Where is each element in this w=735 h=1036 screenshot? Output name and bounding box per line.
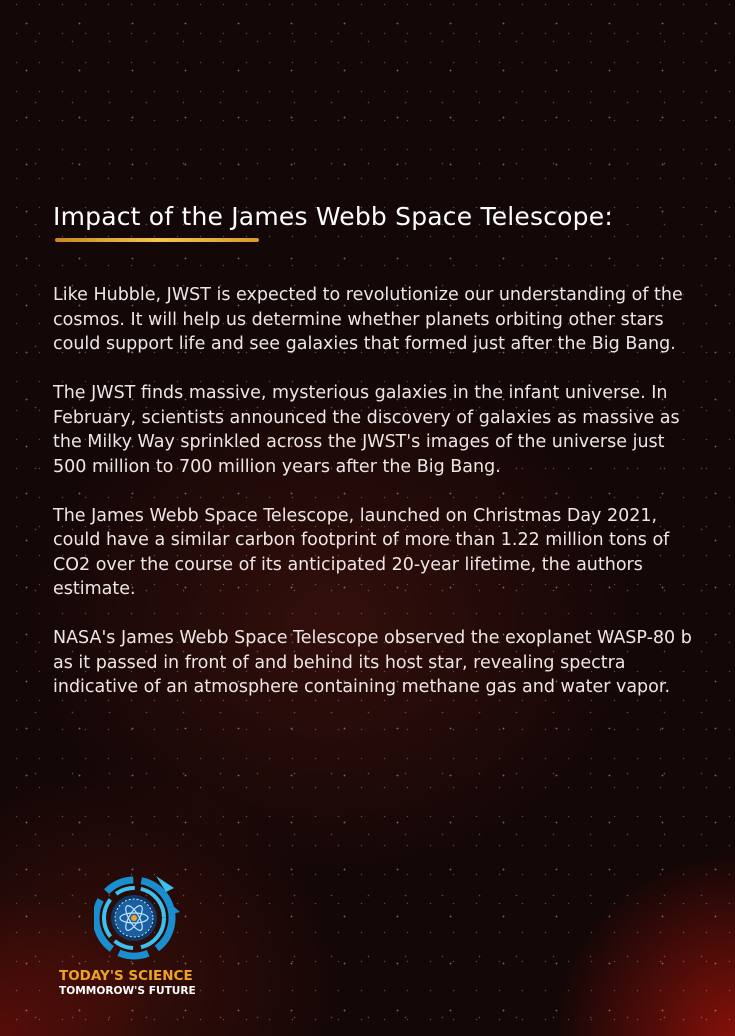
- logo-tagline-bottom: TOMMOROW'S FUTURE: [59, 985, 196, 997]
- page-title: Impact of the James Webb Space Telescope…: [53, 202, 613, 231]
- brand-logo: TODAY'S SCIENCE TOMMOROW'S FUTURE: [56, 868, 216, 1000]
- paragraph-hubble-comparison: Like Hubble, JWST is expected to revolut…: [53, 285, 683, 354]
- paragraph-carbon-footprint: The James Webb Space Telescope, launched…: [53, 505, 670, 600]
- title-underline: [55, 238, 259, 242]
- article-body: Like Hubble, JWST is expected to revolut…: [53, 283, 693, 724]
- paragraph-exoplanet-wasp80b: NASA's James Webb Space Telescope observ…: [53, 628, 692, 697]
- paragraph-massive-galaxies: The JWST finds massive, mysterious galax…: [53, 383, 680, 477]
- atom-globe-icon: [94, 876, 180, 960]
- logo-tagline-top: TODAY'S SCIENCE: [59, 968, 193, 984]
